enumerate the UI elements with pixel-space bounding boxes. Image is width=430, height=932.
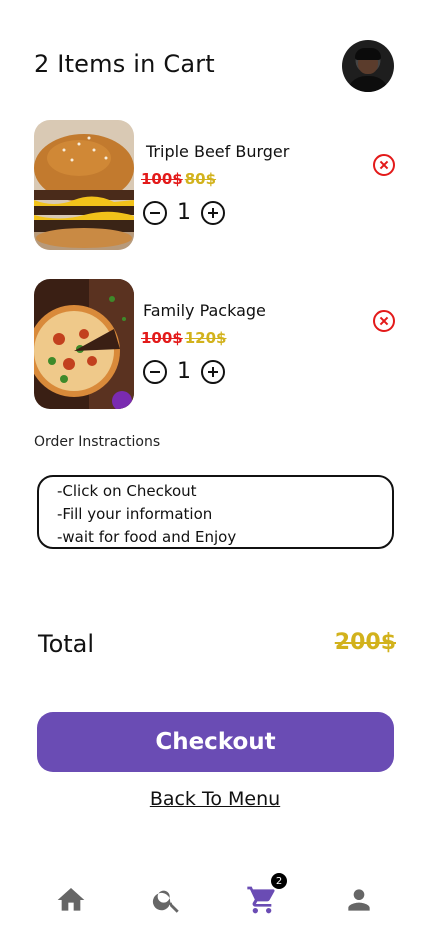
cart-badge: 2 xyxy=(271,873,287,889)
minus-icon[interactable] xyxy=(143,359,167,384)
profile-icon[interactable] xyxy=(343,884,375,916)
avatar[interactable] xyxy=(342,40,394,92)
quantity-value: 1 xyxy=(177,200,191,225)
new-price: 80$ xyxy=(184,170,217,188)
remove-item-icon[interactable] xyxy=(373,154,395,176)
item-price: 100$ 80$ xyxy=(141,170,216,188)
bottom-nav xyxy=(0,876,430,932)
burger-image xyxy=(34,120,134,250)
cart-item: Family Package 100$ 120$ 1 xyxy=(34,279,404,409)
item-price: 100$ 120$ xyxy=(141,329,227,347)
quantity-stepper: 1 xyxy=(143,359,225,384)
old-price: 100$ xyxy=(141,170,183,188)
pizza-image xyxy=(34,279,134,409)
quantity-stepper: 1 xyxy=(143,200,225,225)
new-price: 120$ xyxy=(184,329,227,347)
cart-screen: 2 Items in Cart Triple Beef Burger 100$ … xyxy=(0,0,430,932)
item-name: Triple Beef Burger xyxy=(146,142,290,161)
back-to-menu-link[interactable]: Back To Menu xyxy=(0,788,430,810)
minus-icon[interactable] xyxy=(143,200,167,225)
instructions-field[interactable]: -Click on Checkout -Fill your informatio… xyxy=(37,475,394,549)
remove-item-icon[interactable] xyxy=(373,310,395,332)
home-icon[interactable] xyxy=(55,884,87,916)
item-name: Family Package xyxy=(143,301,266,320)
plus-icon[interactable] xyxy=(201,359,225,384)
cart-item: Triple Beef Burger 100$ 80$ 1 xyxy=(34,120,404,250)
instructions-label: Order Instractions xyxy=(34,434,161,450)
total-label: Total xyxy=(38,630,95,658)
old-price: 100$ xyxy=(141,329,183,347)
search-icon[interactable] xyxy=(151,884,183,916)
plus-icon[interactable] xyxy=(201,200,225,225)
cart-icon[interactable] xyxy=(246,884,278,916)
checkout-button[interactable]: Checkout xyxy=(37,712,394,772)
total-value: 200$ xyxy=(334,630,396,655)
page-title: 2 Items in Cart xyxy=(34,50,215,78)
quantity-value: 1 xyxy=(177,359,191,384)
